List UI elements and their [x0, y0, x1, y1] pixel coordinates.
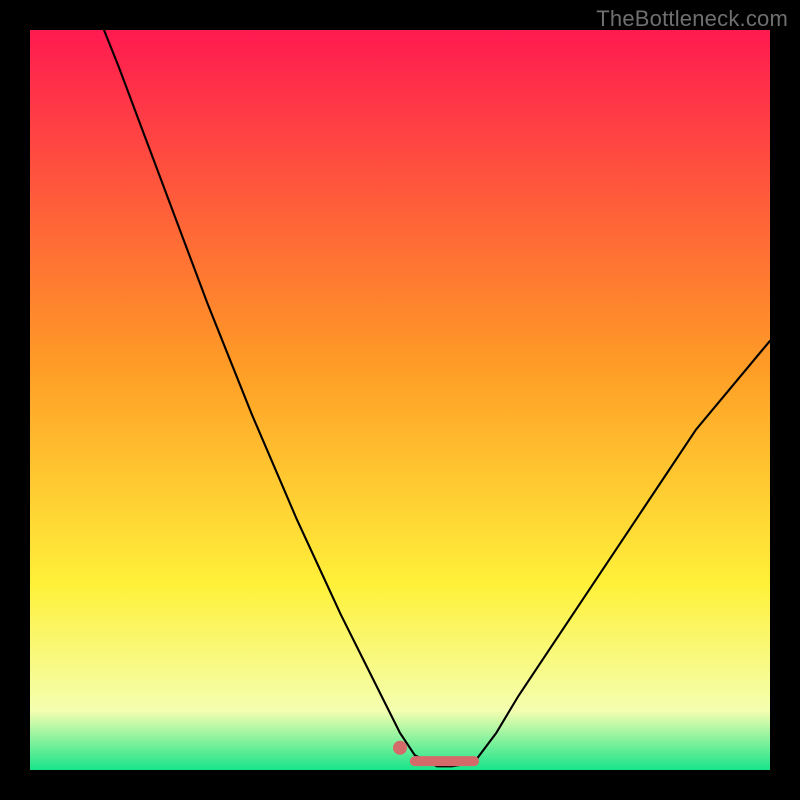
chart-frame: TheBottleneck.com [0, 0, 800, 800]
plot-area [30, 30, 770, 770]
optimal-zone-dot [393, 741, 407, 755]
plot-svg [30, 30, 770, 770]
watermark-label: TheBottleneck.com [596, 6, 788, 32]
gradient-background [30, 30, 770, 770]
